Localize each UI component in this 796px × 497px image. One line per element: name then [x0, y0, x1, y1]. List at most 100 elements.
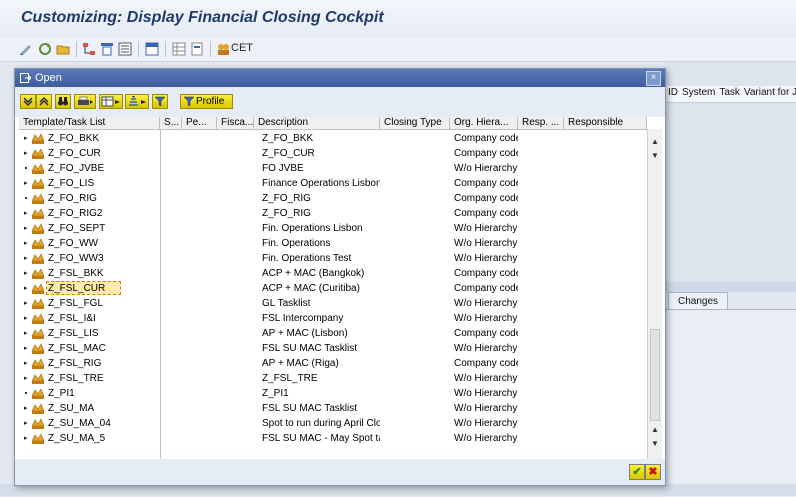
table-row[interactable]: ▸ Z_FSL_FGL GL Tasklist W/o Hierarchy	[19, 296, 647, 311]
column-header-period[interactable]: Pe...	[182, 117, 217, 129]
table-row[interactable]: ▸ Z_FO_RIG2 Z_FO_RIG Company code	[19, 206, 647, 221]
expand-node-icon[interactable]: ▸	[24, 285, 28, 292]
template-name[interactable]: Z_SU_MA_04	[48, 417, 111, 430]
template-name[interactable]: Z_FO_WW3	[48, 252, 104, 265]
template-name[interactable]: Z_SU_MA	[48, 402, 94, 415]
table-row[interactable]: ▸ Z_FSL_RIG AP + MAC (Riga) Company code	[19, 356, 647, 371]
scrollbar-thumb[interactable]	[650, 329, 660, 421]
template-name[interactable]: Z_FO_SEPT	[48, 222, 105, 235]
column-header-closing-type[interactable]: Closing Type	[380, 117, 450, 129]
table-row[interactable]: ▸ Z_FSL_I&I FSL Intercompany W/o Hierarchy	[19, 311, 647, 326]
template-name[interactable]: Z_FSL_FGL	[48, 297, 103, 310]
template-name[interactable]: Z_FSL_MAC	[48, 342, 106, 355]
table-row[interactable]: ▸ Z_FO_BKK Z_FO_BKK Company code	[19, 131, 647, 146]
template-name[interactable]: Z_FO_RIG	[48, 192, 97, 205]
grid-icon[interactable]	[172, 42, 186, 56]
confirm-button[interactable]: ✔	[629, 464, 645, 480]
sort-button[interactable]	[125, 94, 149, 109]
filter-button[interactable]	[152, 94, 168, 109]
expand-node-icon[interactable]: ▸	[24, 210, 28, 217]
scroll-up-icon[interactable]: ▲	[651, 425, 659, 434]
expand-node-icon[interactable]: ▸	[24, 330, 28, 337]
filter-tree-icon[interactable]	[100, 42, 114, 56]
cancel-button[interactable]: ✖	[645, 464, 661, 480]
details-icon[interactable]	[118, 42, 132, 56]
people-icon[interactable]	[216, 42, 230, 56]
edit-display-icon[interactable]	[19, 42, 33, 56]
dialog-title-bar[interactable]: Open ×	[15, 69, 665, 87]
scroll-down-icon[interactable]: ▼	[651, 151, 659, 160]
table-row[interactable]: ▸ Z_FSL_BKK ACP + MAC (Bangkok) Company cod…	[19, 266, 647, 281]
table-row[interactable]: ▸ Z_FO_LIS Finance Operations Lisbon Compan…	[19, 176, 647, 191]
expand-node-icon[interactable]: ▸	[24, 240, 28, 247]
expand-node-icon[interactable]: ▸	[24, 315, 28, 322]
table-row[interactable]: ▸ Z_FSL_CUR ACP + MAC (Curitiba) Company co…	[19, 281, 647, 296]
layout-icon[interactable]	[145, 42, 159, 56]
table-row[interactable]: ▸ Z_SU_MA_04 Spot to run during April Clo W…	[19, 416, 647, 431]
column-header-org-hierarchy[interactable]: Org. Hiera...	[450, 117, 518, 129]
template-name[interactable]: Z_FSL_I&I	[48, 312, 96, 325]
vertical-scrollbar[interactable]: ▲ ▼ ▲ ▼	[647, 129, 662, 459]
table-row[interactable]: ▸ Z_SU_MA FSL SU MAC Tasklist W/o Hierarchy	[19, 401, 647, 416]
template-name[interactable]: Z_FSL_LIS	[48, 327, 99, 340]
column-header-description[interactable]: Description	[254, 117, 380, 129]
table-row[interactable]: ▸ Z_FO_WW Fin. Operations W/o Hierarchy	[19, 236, 647, 251]
collapse-all-button[interactable]	[36, 94, 52, 109]
expand-node-icon[interactable]: ▸	[24, 405, 28, 412]
expand-node-icon[interactable]: ▸	[24, 420, 28, 427]
column-header-status[interactable]: S...	[160, 117, 182, 129]
timezone-label[interactable]: CET	[231, 42, 253, 54]
table-row[interactable]: ▸ Z_FO_CUR Z_FO_CUR Company code	[19, 146, 647, 161]
table-row[interactable]: Z_FO_RIG Z_FO_RIG Company code	[19, 191, 647, 206]
table-row[interactable]: ▸ Z_FSL_LIS AP + MAC (Lisbon) Company code	[19, 326, 647, 341]
refresh-icon[interactable]	[38, 42, 52, 56]
print-button[interactable]	[74, 94, 96, 109]
template-name[interactable]: Z_FSL_BKK	[48, 267, 104, 280]
scroll-up-icon[interactable]: ▲	[651, 137, 659, 146]
template-icon	[31, 132, 45, 145]
expand-node-icon[interactable]: ▸	[24, 150, 28, 157]
table-row[interactable]: Z_FO_JVBE FO JVBE W/o Hierarchy	[19, 161, 647, 176]
template-name[interactable]: Z_FO_CUR	[48, 147, 101, 160]
layout-button[interactable]	[99, 94, 123, 109]
column-header-template[interactable]: Template/Task List	[19, 117, 160, 129]
expand-node-icon[interactable]: ▸	[24, 135, 28, 142]
expand-node-icon[interactable]: ▸	[24, 435, 28, 442]
template-name[interactable]: Z_FO_LIS	[48, 177, 94, 190]
column-header-resp-type[interactable]: Resp. ...	[518, 117, 564, 129]
expand-node-icon[interactable]: ▸	[24, 270, 28, 277]
table-row[interactable]: ▸ Z_FO_SEPT Fin. Operations Lisbon W/o Hier…	[19, 221, 647, 236]
close-icon[interactable]: ×	[646, 71, 661, 86]
profile-button[interactable]: Profile	[180, 94, 233, 109]
table-row[interactable]: ▸ Z_SU_MA_5 FSL SU MAC - May Spot tas W/o H…	[19, 431, 647, 446]
template-name[interactable]: Z_SU_MA_5	[48, 432, 105, 445]
folder-icon[interactable]	[56, 42, 70, 56]
template-name[interactable]: Z_FSL_TRE	[48, 372, 104, 385]
hierarchy-icon[interactable]	[82, 42, 96, 56]
table-row[interactable]: ▸ Z_FSL_TRE Z_FSL_TRE W/o Hierarchy	[19, 371, 647, 386]
table-row[interactable]: ▸ Z_FSL_MAC FSL SU MAC Tasklist W/o Hierarc…	[19, 341, 647, 356]
template-name[interactable]: Z_PI1	[48, 387, 75, 400]
template-name[interactable]: Z_FO_JVBE	[48, 162, 104, 175]
expand-node-icon[interactable]: ▸	[24, 345, 28, 352]
column-header-responsible[interactable]: Responsible	[564, 117, 647, 129]
template-name[interactable]: Z_FSL_RIG	[48, 357, 101, 370]
template-name[interactable]: Z_FSL_CUR	[48, 282, 105, 295]
template-name[interactable]: Z_FO_WW	[48, 237, 98, 250]
expand-all-button[interactable]	[20, 94, 36, 109]
expand-node-icon[interactable]: ▸	[24, 225, 28, 232]
tab-changes[interactable]: Changes	[668, 292, 728, 310]
expand-node-icon[interactable]: ▸	[24, 375, 28, 382]
expand-node-icon[interactable]: ▸	[24, 360, 28, 367]
expand-node-icon[interactable]: ▸	[24, 180, 28, 187]
table-row[interactable]: ▸ Z_FO_WW3 Fin. Operations Test W/o Hierarc…	[19, 251, 647, 266]
table-row[interactable]: Z_PI1 Z_PI1 W/o Hierarchy	[19, 386, 647, 401]
find-button[interactable]	[55, 94, 71, 109]
template-name[interactable]: Z_FO_RIG2	[48, 207, 102, 220]
document-icon[interactable]	[190, 42, 204, 56]
column-header-fiscal-year[interactable]: Fisca...	[217, 117, 254, 129]
expand-node-icon[interactable]: ▸	[24, 255, 28, 262]
template-name[interactable]: Z_FO_BKK	[48, 132, 99, 145]
scroll-down-icon[interactable]: ▼	[651, 439, 659, 448]
expand-node-icon[interactable]: ▸	[24, 300, 28, 307]
